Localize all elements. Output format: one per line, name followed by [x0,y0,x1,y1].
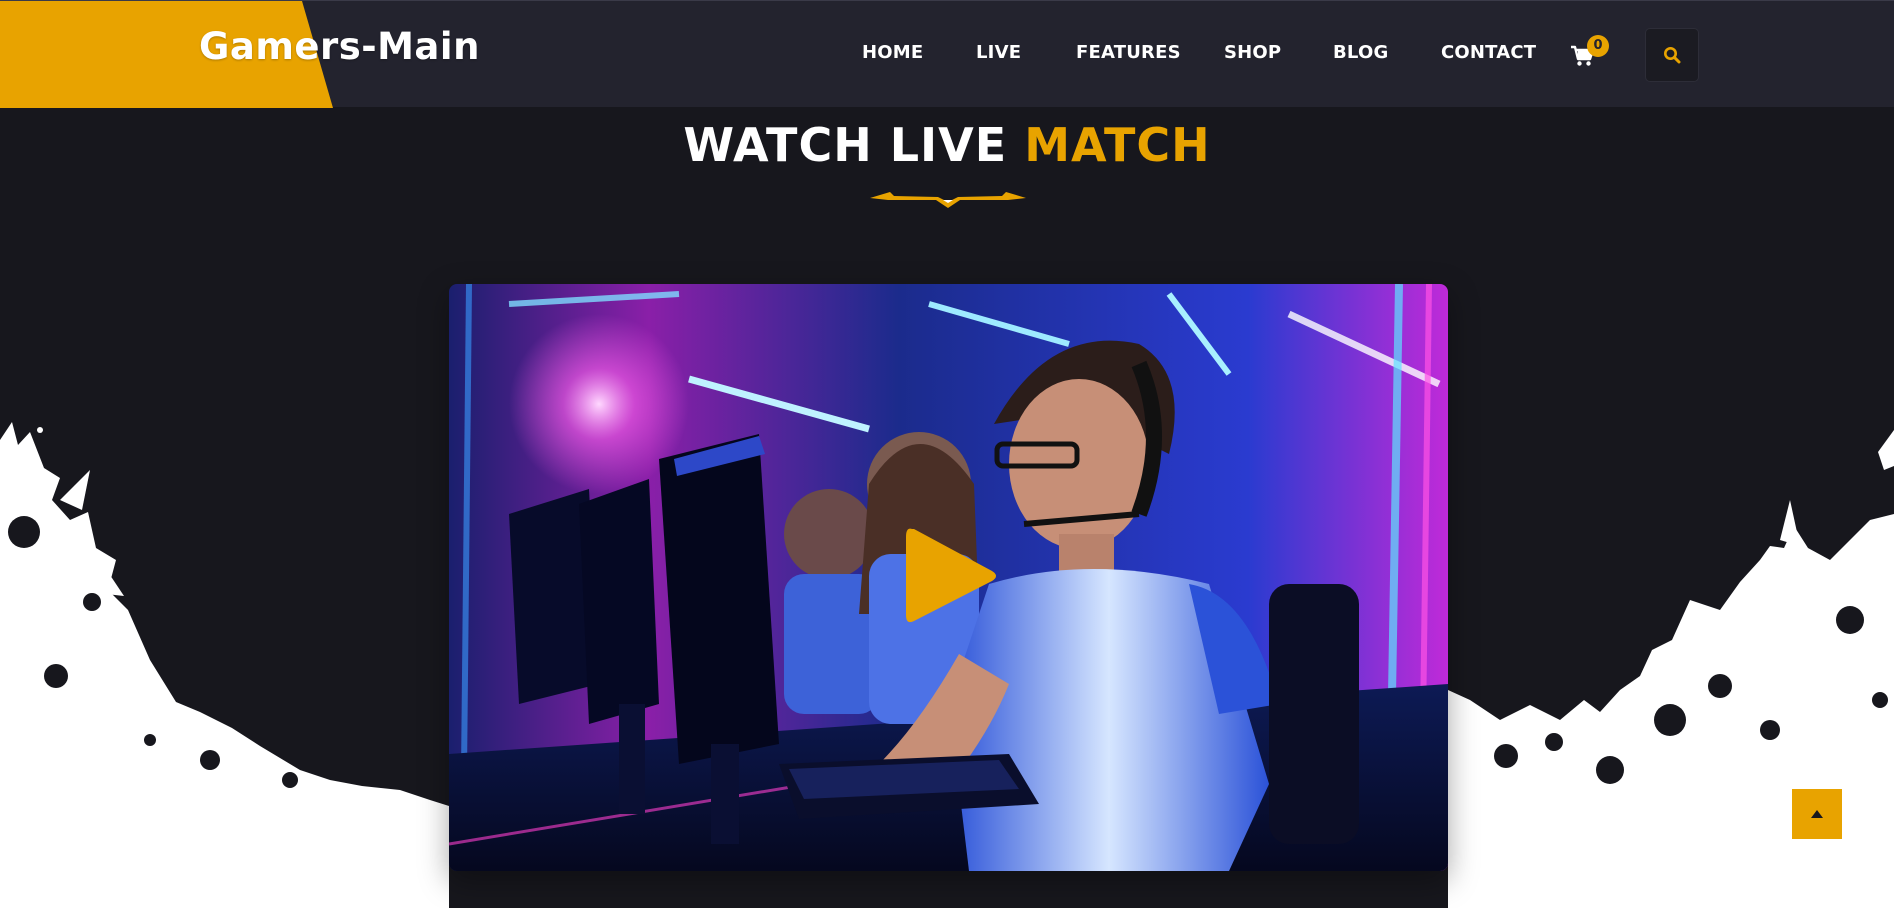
nav-item-blog[interactable]: BLOG [1333,42,1388,63]
nav-item-live[interactable]: LIVE [976,42,1021,63]
site-header: Gamers-Main HOME LIVE FEATURES SHOP BLOG… [0,0,1894,108]
site-logo[interactable]: Gamers-Main [199,25,480,68]
nav-item-home[interactable]: HOME [862,42,923,63]
nav-item-shop[interactable]: SHOP [1224,42,1281,63]
cart-count-badge: 0 [1587,35,1609,57]
title-divider-icon [870,192,1026,208]
nav-item-contact[interactable]: CONTACT [1441,42,1536,63]
play-icon[interactable] [900,521,1000,631]
live-match-video[interactable] [449,284,1448,871]
section-title-accent: MATCH [1024,118,1211,172]
arrow-up-icon [1811,810,1823,818]
search-icon [1664,47,1681,64]
nav-item-features[interactable]: FEATURES [1076,42,1181,63]
scroll-to-top-button[interactable] [1792,789,1842,839]
search-button[interactable] [1646,29,1698,81]
section-title-white: WATCH LIVE [683,118,1025,172]
section-title: WATCH LIVE MATCH [0,118,1894,172]
